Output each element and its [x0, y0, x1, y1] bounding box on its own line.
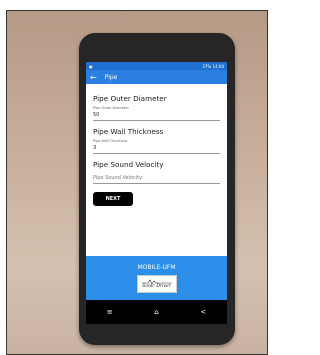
wall-thickness-title: Pipe Wall Thickness: [93, 127, 164, 136]
wall-thickness-section: Pipe Wall Thickness Pipe Wall Thickness …: [93, 127, 220, 154]
sound-velocity-underline: [93, 183, 220, 184]
phone-screen: ● 37% 14:04 ← Pipe Pipe Outer Diameter P…: [86, 62, 227, 324]
app-bar: ← Pipe: [86, 70, 227, 84]
status-info: 37% 14:04: [202, 64, 224, 69]
outer-diameter-label: Pipe Outer Diameter: [93, 106, 129, 110]
pipe-form: Pipe Outer Diameter Pipe Outer Diameter …: [86, 84, 227, 212]
menu-icon[interactable]: ≡: [107, 308, 113, 316]
sound-velocity-title: Pipe Sound Velocity: [93, 160, 164, 169]
clock: 14:04: [212, 63, 224, 69]
logo-text: Sonic Driver: [142, 284, 171, 289]
outer-diameter-underline: [93, 120, 220, 121]
footer-title: MOBILE-UFM: [137, 264, 176, 271]
footer-banner: MOBILE-UFM Sonic Driver: [86, 256, 227, 300]
back-icon[interactable]: <: [200, 308, 206, 316]
wall-thickness-input[interactable]: 3: [93, 145, 220, 151]
page-title: Pipe: [104, 73, 118, 81]
outer-diameter-input[interactable]: 50: [93, 112, 220, 118]
status-bar: ● 37% 14:04: [86, 62, 227, 70]
sonic-driver-logo: Sonic Driver: [136, 275, 177, 293]
app-icon: ●: [89, 63, 93, 69]
outer-diameter-section: Pipe Outer Diameter Pipe Outer Diameter …: [93, 94, 220, 121]
navigation-bar: ≡ ⌂ <: [86, 300, 227, 324]
wall-thickness-underline: [93, 153, 220, 154]
next-button[interactable]: NEXT: [93, 192, 133, 206]
sound-velocity-input[interactable]: Pipe Sound Velocity:: [93, 175, 220, 181]
arrow-left-icon[interactable]: ←: [90, 73, 97, 82]
wall-thickness-label: Pipe Wall Thickness: [93, 139, 128, 143]
home-icon[interactable]: ⌂: [154, 308, 158, 316]
sound-velocity-section: Pipe Sound Velocity Pipe Sound Velocity:: [93, 160, 220, 184]
outer-diameter-title: Pipe Outer Diameter: [93, 94, 167, 103]
battery-level: 37%: [202, 63, 212, 69]
